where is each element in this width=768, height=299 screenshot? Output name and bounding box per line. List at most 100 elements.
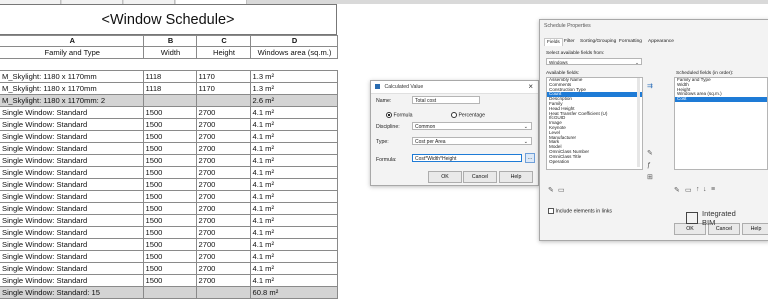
table-row[interactable]: Single Window: Standard 1500 2700 4.1 m²	[0, 262, 338, 275]
table-cell[interactable]	[142, 94, 197, 107]
column-header[interactable]: Windows area (sq.m.)	[249, 46, 338, 59]
table-cell[interactable]: 1500	[142, 226, 197, 239]
tab-filter[interactable]: Filter	[562, 38, 577, 45]
table-row[interactable]: Single Window: Standard 1500 2700 4.1 m²	[0, 238, 338, 251]
table-cell[interactable]: 4.1 m²	[249, 106, 338, 119]
formula-builder-button[interactable]: …	[525, 153, 535, 163]
table-cell[interactable]: 1500	[142, 130, 197, 143]
table-row[interactable]: Single Window: Standard 1500 2700 4.1 m²	[0, 106, 338, 119]
table-row[interactable]: Single Window: Standard 1500 2700 4.1 m²	[0, 166, 338, 179]
table-cell[interactable]: 2700	[195, 106, 251, 119]
table-cell[interactable]: 2.6 m²	[249, 94, 338, 107]
cancel-button[interactable]: Cancel	[463, 171, 497, 183]
table-row[interactable]: Single Window: Standard 1500 2700 4.1 m²	[0, 214, 338, 227]
ok-button[interactable]: OK	[428, 171, 462, 183]
available-fields-list[interactable]: Assembly Name Comments Construction Type Co…	[546, 77, 643, 170]
table-cell[interactable]: Single Window: Standard	[0, 130, 144, 143]
move-down-icon[interactable]: ↓	[703, 186, 707, 193]
new-parameter-icon[interactable]: ✎	[647, 149, 653, 157]
table-cell[interactable]: Single Window: Standard	[0, 226, 144, 239]
table-cell[interactable]: M_Skylight: 1180 x 1170mm	[0, 70, 144, 83]
table-cell[interactable]: 4.1 m²	[249, 250, 338, 263]
table-row[interactable]: Single Window: Standard 1500 2700 4.1 m²	[0, 190, 338, 203]
sort-icon[interactable]: ≡	[711, 186, 715, 193]
calculated-value-icon[interactable]: ƒ	[647, 162, 651, 169]
tab-appearance[interactable]: Appearance	[646, 38, 676, 45]
table-row[interactable]: Single Window: Standard 1500 2700 4.1 m²	[0, 118, 338, 131]
table-cell[interactable]: 4.1 m²	[249, 238, 338, 251]
column-letter[interactable]: A	[0, 35, 144, 47]
table-row[interactable]: Single Window: Standard 1500 2700 4.1 m²	[0, 142, 338, 155]
tab-formatting[interactable]: Formatting	[617, 38, 644, 45]
table-row[interactable]: Single Window: Standard 1500 2700 4.1 m²	[0, 274, 338, 287]
table-cell[interactable]: 1500	[142, 274, 197, 287]
table-cell[interactable]: Single Window: Standard	[0, 118, 144, 131]
formula-radio[interactable]: Formula	[386, 112, 412, 118]
list-item[interactable]: Cost	[675, 96, 767, 102]
column-header[interactable]: Family and Type	[0, 46, 144, 59]
table-row[interactable]: Single Window: Standard 1500 2700 4.1 m²	[0, 226, 338, 239]
table-cell[interactable]: 4.1 m²	[249, 130, 338, 143]
move-up-icon[interactable]: ↑	[696, 186, 700, 193]
table-cell[interactable]: 1500	[142, 238, 197, 251]
discipline-select[interactable]: Common ⌄	[412, 122, 532, 130]
select-from-dropdown[interactable]: Windows ⌄	[546, 58, 642, 65]
table-cell[interactable]: 1.3 m²	[249, 82, 338, 95]
table-cell[interactable]: Single Window: Standard	[0, 166, 144, 179]
table-cell[interactable]: 2700	[195, 202, 251, 215]
edit-field-icon[interactable]: ✎	[674, 186, 680, 194]
table-cell[interactable]: Single Window: Standard	[0, 154, 144, 167]
table-cell[interactable]: 4.1 m²	[249, 214, 338, 227]
table-cell[interactable]: 1500	[142, 106, 197, 119]
scheduled-fields-list[interactable]: Family and Type Width Height Windows area (…	[674, 77, 768, 170]
table-cell[interactable]	[142, 286, 197, 299]
table-row[interactable]: M_Skylight: 1180 x 1170mm 1118 1170 1.3 m²	[0, 82, 338, 95]
delete-parameter-icon[interactable]: ▭	[558, 186, 565, 194]
table-cell[interactable]: 1500	[142, 202, 197, 215]
table-cell[interactable]: 2700	[195, 274, 251, 287]
column-header[interactable]: Width	[142, 46, 197, 59]
list-scrollbar[interactable]	[637, 78, 640, 167]
tab-sorting-grouping[interactable]: Sorting/Grouping	[578, 38, 618, 45]
table-cell[interactable]: Single Window: Standard	[0, 214, 144, 227]
table-cell[interactable]: 1118	[142, 82, 197, 95]
group-total-row[interactable]: Single Window: Standard: 15 60.8 m²	[0, 286, 338, 299]
formula-input[interactable]: Cost*Width*Height	[412, 154, 522, 162]
table-cell[interactable]	[195, 94, 251, 107]
table-cell[interactable]	[250, 58, 337, 71]
table-row[interactable]: M_Skylight: 1180 x 1170mm 1118 1170 1.3 m²	[0, 70, 338, 83]
table-cell[interactable]: 2700	[195, 262, 251, 275]
delete-field-icon[interactable]: ▭	[685, 186, 692, 194]
table-cell[interactable]	[195, 286, 251, 299]
table-row[interactable]: Single Window: Standard 1500 2700 4.1 m²	[0, 154, 338, 167]
table-cell[interactable]: Single Window: Standard	[0, 178, 144, 191]
table-cell[interactable]: Single Window: Standard	[0, 262, 144, 275]
table-cell[interactable]: 4.1 m²	[249, 190, 338, 203]
type-select[interactable]: Cost per Area ⌄	[412, 137, 532, 145]
table-cell[interactable]: 2700	[195, 118, 251, 131]
table-cell[interactable]: M_Skylight: 1180 x 1170mm: 2	[0, 94, 144, 107]
table-cell[interactable]: 1170	[195, 70, 251, 83]
table-cell[interactable]	[0, 58, 143, 71]
table-cell[interactable]: 2700	[195, 226, 251, 239]
combine-parameters-icon[interactable]: ⊞	[647, 173, 653, 181]
table-cell[interactable]: 2700	[195, 250, 251, 263]
table-cell[interactable]: 1170	[195, 82, 251, 95]
table-cell[interactable]: M_Skylight: 1180 x 1170mm	[0, 82, 144, 95]
table-cell[interactable]: 1500	[142, 262, 197, 275]
table-cell[interactable]: 1500	[142, 214, 197, 227]
table-cell[interactable]: Single Window: Standard	[0, 250, 144, 263]
table-cell[interactable]: 2700	[195, 142, 251, 155]
table-row[interactable]: Single Window: Standard 1500 2700 4.1 m²	[0, 202, 338, 215]
table-cell[interactable]: 2700	[195, 166, 251, 179]
table-cell[interactable]: 60.8 m²	[249, 286, 338, 299]
close-icon[interactable]: ×	[528, 81, 533, 93]
table-cell[interactable]: 1500	[142, 154, 197, 167]
include-links-checkbox[interactable]: Include elements in links	[548, 208, 612, 214]
help-button[interactable]: Help	[499, 171, 533, 183]
table-cell[interactable]: 2700	[195, 238, 251, 251]
table-cell[interactable]: 1500	[142, 190, 197, 203]
table-cell[interactable]: Single Window: Standard: 15	[0, 286, 144, 299]
table-cell[interactable]	[196, 58, 250, 71]
table-cell[interactable]: Single Window: Standard	[0, 106, 144, 119]
